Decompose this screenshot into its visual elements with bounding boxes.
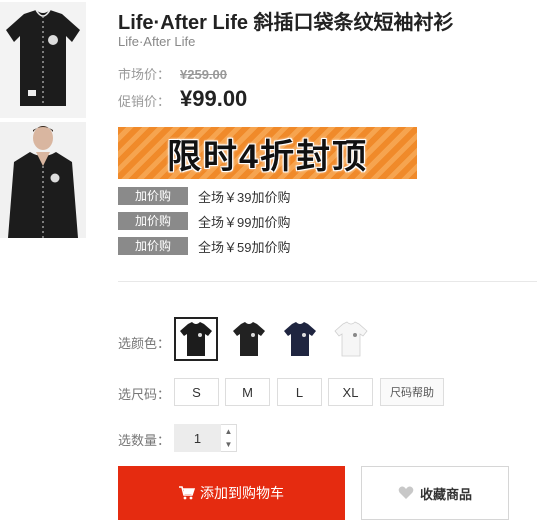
addon-tag: 加价购 (118, 212, 188, 230)
heart-icon (398, 486, 414, 499)
color-swatch-white[interactable] (329, 317, 373, 361)
market-price-label: 市场价： (118, 67, 171, 82)
addon-text[interactable]: 全场￥99加价购 (198, 212, 290, 231)
color-swatch-black-selected[interactable] (174, 317, 218, 361)
chevron-down-icon[interactable]: ▼ (221, 438, 236, 451)
size-label: 选尺码： (118, 387, 171, 402)
promo-banner-text: 限时4折封顶 (167, 137, 368, 176)
model-wearing-shirt-image (0, 122, 86, 238)
quantity-stepper[interactable]: ▲ ▼ (174, 424, 237, 452)
navy-shirt-icon (284, 322, 316, 356)
section-divider (118, 281, 537, 282)
quantity-label: 选数量： (118, 433, 171, 448)
black-shirt-icon (180, 322, 212, 356)
promo-banner: 限时4折封顶 (118, 127, 417, 179)
size-help-button[interactable]: 尺码帮助 (380, 378, 444, 406)
thumbnail-model[interactable] (0, 122, 86, 238)
size-option-s[interactable]: S (174, 378, 219, 406)
addon-row[interactable]: 加价购 全场￥99加价购 (118, 212, 290, 230)
addon-tag: 加价购 (118, 187, 188, 205)
promo-price-label: 促销价： (118, 94, 171, 109)
size-option-l[interactable]: L (277, 378, 322, 406)
size-option-m[interactable]: M (225, 378, 270, 406)
shirt-front-image (0, 2, 86, 118)
market-price-row: 市场价： ¥259.00 (118, 64, 227, 83)
color-swatch-black[interactable] (227, 317, 271, 361)
addon-row[interactable]: 加价购 全场￥39加价购 (118, 187, 290, 205)
product-brand: Life·After Life (118, 34, 196, 49)
addon-text[interactable]: 全场￥39加价购 (198, 187, 290, 206)
white-shirt-icon (334, 321, 368, 357)
promo-price-row: 促销价： ¥99.00 (118, 86, 247, 112)
add-to-cart-button[interactable]: 添加到购物车 (118, 466, 345, 520)
market-price-value: ¥259.00 (180, 67, 227, 82)
color-swatch-navy[interactable] (278, 317, 322, 361)
chevron-up-icon[interactable]: ▲ (221, 425, 236, 438)
quantity-input[interactable] (174, 424, 221, 452)
color-label: 选颜色： (118, 336, 171, 351)
promo-price-value: ¥99.00 (180, 86, 248, 111)
addon-text[interactable]: 全场￥59加价购 (198, 237, 290, 256)
addon-row[interactable]: 加价购 全场￥59加价购 (118, 237, 290, 255)
product-title: Life·After Life 斜插口袋条纹短袖衬衫 (118, 12, 454, 34)
thumbnail-front[interactable] (0, 2, 86, 118)
cart-icon (179, 486, 195, 500)
add-to-cart-label: 添加到购物车 (200, 485, 284, 501)
favorite-button[interactable]: 收藏商品 (361, 466, 509, 520)
favorite-label: 收藏商品 (419, 486, 472, 502)
quantity-arrows: ▲ ▼ (221, 424, 237, 452)
addon-tag: 加价购 (118, 237, 188, 255)
size-option-xl[interactable]: XL (328, 378, 373, 406)
black-shirt-icon (233, 322, 265, 356)
